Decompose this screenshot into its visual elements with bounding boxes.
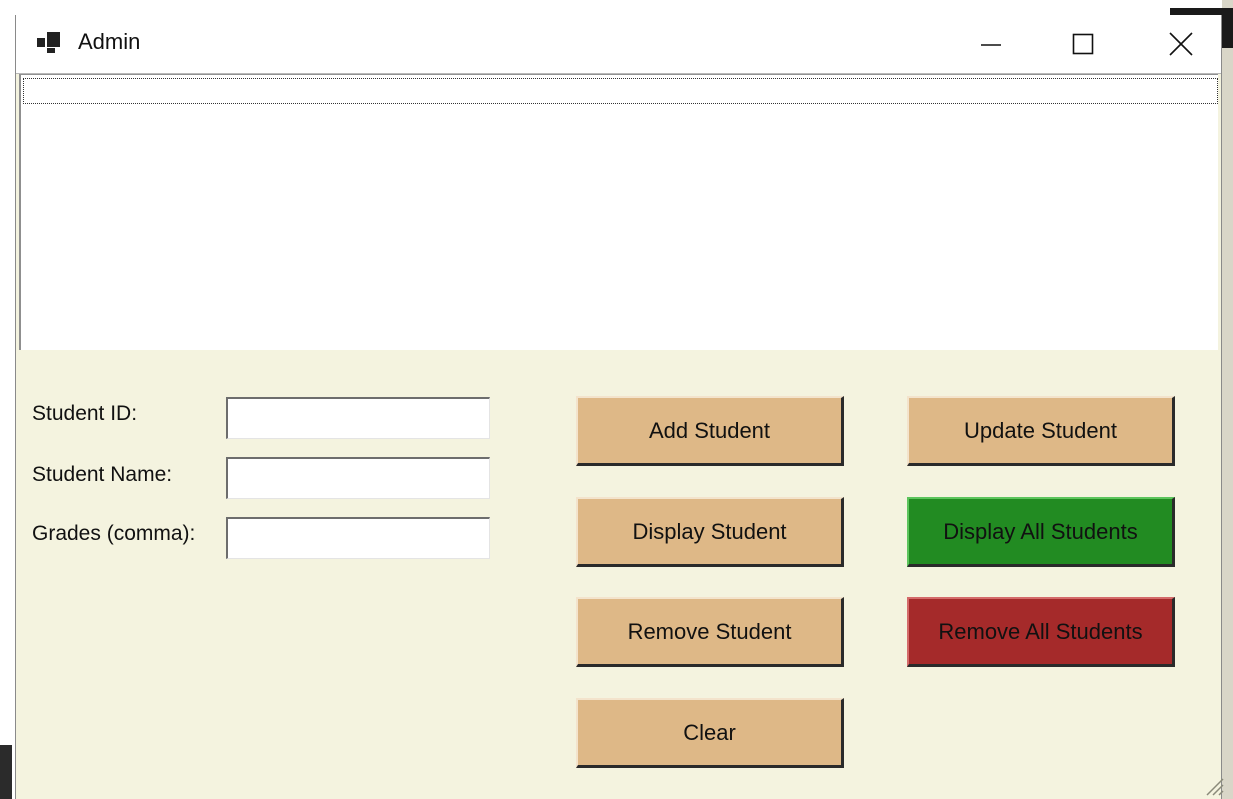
app-icon <box>37 32 60 53</box>
background-window-edge <box>0 745 12 799</box>
remove-student-button[interactable]: Remove Student <box>576 597 844 667</box>
remove-all-students-button[interactable]: Remove All Students <box>907 597 1175 667</box>
minimize-icon <box>981 44 1001 46</box>
student-name-label: Student Name: <box>32 463 173 486</box>
maximize-icon <box>1072 33 1094 55</box>
title-bar[interactable]: Admin <box>16 15 1221 74</box>
grades-label: Grades (comma): <box>32 522 196 545</box>
student-listbox[interactable] <box>19 74 1218 350</box>
grades-input[interactable] <box>226 517 490 559</box>
student-id-input[interactable] <box>226 397 490 439</box>
window-title: Admin <box>78 29 141 54</box>
resize-grip-icon[interactable] <box>1201 773 1225 797</box>
student-id-label: Student ID: <box>32 402 138 425</box>
close-icon <box>1169 32 1193 56</box>
clear-button[interactable]: Clear <box>576 698 844 768</box>
background-window-strip <box>1222 0 1233 799</box>
maximize-button[interactable] <box>1055 20 1111 68</box>
listbox-focus-row[interactable] <box>23 78 1218 104</box>
update-student-button[interactable]: Update Student <box>907 396 1175 466</box>
display-student-button[interactable]: Display Student <box>576 497 844 567</box>
admin-window: Admin Student ID: Student Name: Grades (… <box>15 15 1225 799</box>
minimize-button[interactable] <box>963 20 1019 68</box>
add-student-button[interactable]: Add Student <box>576 396 844 466</box>
close-button[interactable] <box>1153 20 1209 68</box>
display-all-students-button[interactable]: Display All Students <box>907 497 1175 567</box>
student-name-input[interactable] <box>226 457 490 499</box>
